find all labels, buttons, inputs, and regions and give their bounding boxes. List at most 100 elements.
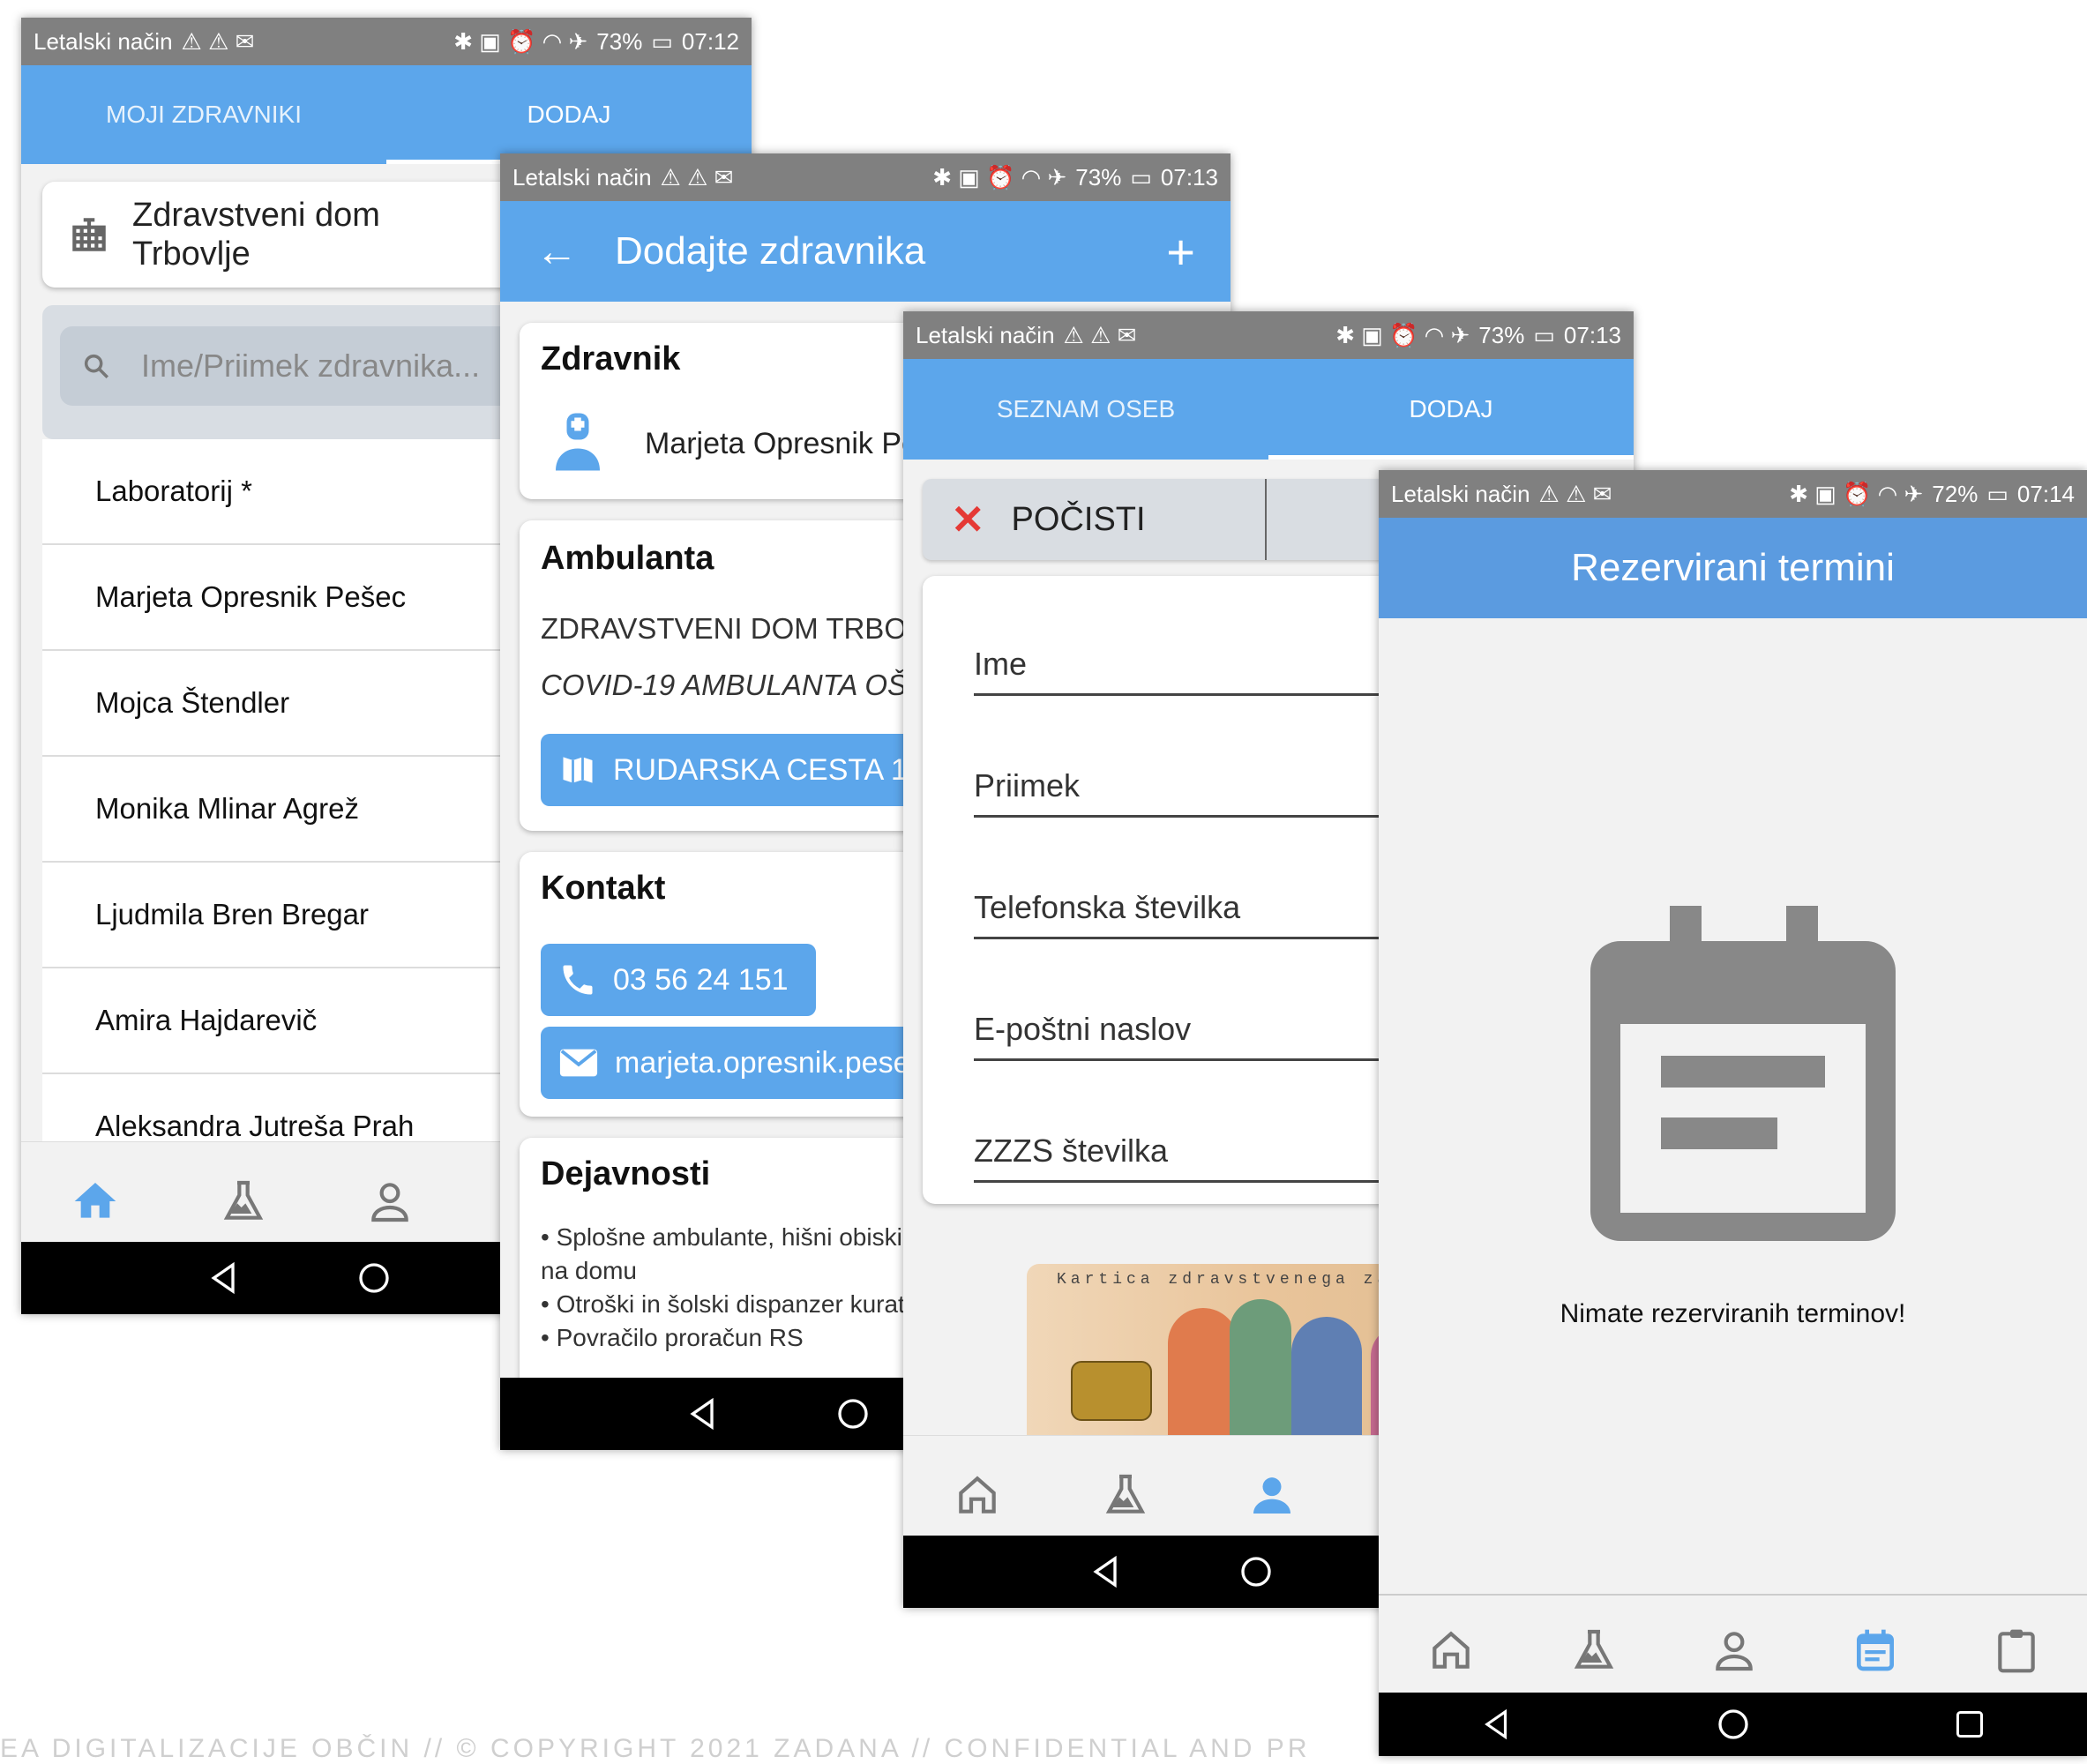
top-tabs: MOJI ZDRAVNIKI DODAJ xyxy=(21,65,752,164)
institution-name: Zdravstveni dom Trbovlje xyxy=(132,197,380,273)
contact-heading: Kontakt xyxy=(541,870,666,907)
battery-level: 73% xyxy=(1075,163,1122,191)
battery-icon: ▭ xyxy=(1533,321,1555,348)
tab-add[interactable]: DODAJ xyxy=(1268,359,1634,460)
activities-list: • Splošne ambulante, hišni obiski na dom… xyxy=(541,1221,937,1355)
status-bar: Letalski način ⚠ ⚠ ✉ ✱ ▣ ⏰ ◠ ✈ 73% ▭ 07:12 xyxy=(21,18,752,65)
list-item-label: Laboratorij * xyxy=(95,475,252,507)
mail-icon xyxy=(559,1049,598,1077)
status-icons: ✱ ▣ ⏰ ◠ ✈ xyxy=(1789,480,1924,507)
phone-icon xyxy=(563,965,593,995)
warning-icon: ⚠ ⚠ ✉ xyxy=(181,27,255,55)
home-icon[interactable] xyxy=(69,1177,122,1226)
doctor-heading: Zdravnik xyxy=(541,340,681,377)
home-circle-icon[interactable] xyxy=(1716,1707,1751,1742)
add-icon[interactable]: + xyxy=(1166,223,1195,280)
search-icon xyxy=(84,354,109,379)
home-circle-icon[interactable] xyxy=(835,1396,871,1431)
list-item-label: Marjeta Opresnik Pešec xyxy=(95,580,407,613)
clock: 07:13 xyxy=(1160,163,1218,191)
top-tabs: SEZNAM OSEB DODAJ xyxy=(903,359,1634,460)
lab-flask-icon[interactable] xyxy=(219,1175,268,1228)
zzzs-label: ZZZS številka xyxy=(974,1132,1169,1169)
building-icon xyxy=(72,218,106,251)
battery-level: 72% xyxy=(1932,480,1979,507)
phone-label: Telefonska številka xyxy=(974,889,1241,925)
person-icon[interactable] xyxy=(1709,1624,1759,1677)
last-name-label: Priimek xyxy=(974,767,1081,804)
back-icon[interactable] xyxy=(206,1260,242,1296)
clock: 07:14 xyxy=(2016,480,2075,507)
back-icon[interactable] xyxy=(1088,1554,1124,1589)
page-title: Rezervirani termini xyxy=(1571,546,1895,589)
warning-icon: ⚠ ⚠ ✉ xyxy=(660,163,734,191)
clock: 07:13 xyxy=(1563,321,1621,348)
status-bar: Letalski način ⚠ ⚠ ✉ ✱ ▣ ⏰ ◠ ✈ 73% ▭ 07:13 xyxy=(500,153,1231,201)
screen-reservations: Letalski način ⚠ ⚠ ✉ ✱ ▣ ⏰ ◠ ✈ 72% ▭ 07:14 R… xyxy=(1379,470,2087,1756)
page-title: Dodajte zdravnika xyxy=(615,229,926,273)
map-icon xyxy=(563,757,593,783)
lab-flask-icon[interactable] xyxy=(1101,1469,1150,1521)
mode-label: Letalski način xyxy=(512,163,652,191)
app-bar: Rezervirani termini xyxy=(1379,518,2087,618)
status-bar: Letalski način ⚠ ⚠ ✉ ✱ ▣ ⏰ ◠ ✈ 73% ▭ 07:13 xyxy=(903,311,1634,359)
empty-state-message: Nimate rezerviranih terminov! xyxy=(1560,1299,1906,1328)
warning-icon: ⚠ ⚠ ✉ xyxy=(1063,321,1137,348)
bottom-nav xyxy=(1379,1594,2087,1705)
activities-heading: Dejavnosti xyxy=(541,1155,711,1192)
phone-button[interactable]: 03 56 24 151 xyxy=(541,944,816,1016)
card-figure xyxy=(1168,1308,1238,1440)
home-circle-icon[interactable] xyxy=(1238,1554,1274,1589)
activity-item: • Splošne ambulante, hišni obiski na dom… xyxy=(541,1223,902,1284)
list-item-label: Amira Hajdarevič xyxy=(95,1004,318,1036)
card-figure xyxy=(1291,1317,1362,1440)
status-bar: Letalski način ⚠ ⚠ ✉ ✱ ▣ ⏰ ◠ ✈ 72% ▭ 07:14 xyxy=(1379,470,2087,518)
clear-label: POČISTI xyxy=(1011,500,1146,538)
warning-icon: ⚠ ⚠ ✉ xyxy=(1538,480,1612,507)
app-bar: ← Dodajte zdravnika + xyxy=(500,201,1231,302)
tab-my-doctors[interactable]: MOJI ZDRAVNIKI xyxy=(21,65,386,164)
clinic-heading: Ambulanta xyxy=(541,540,714,577)
clipboard-icon[interactable] xyxy=(1992,1624,2041,1677)
address-label: RUDARSKA CESTA 1 xyxy=(613,752,908,787)
card-figure xyxy=(1230,1299,1291,1440)
tab-person-list[interactable]: SEZNAM OSEB xyxy=(903,359,1268,460)
mode-label: Letalski način xyxy=(1391,480,1530,507)
battery-level: 73% xyxy=(596,27,643,55)
back-icon[interactable] xyxy=(685,1396,721,1431)
recents-icon[interactable] xyxy=(1954,1708,1986,1740)
close-icon: ✕ xyxy=(951,497,985,542)
home-circle-icon[interactable] xyxy=(356,1260,392,1296)
status-icons: ✱ ▣ ⏰ ◠ ✈ xyxy=(453,27,588,55)
calendar-nav-icon[interactable] xyxy=(1851,1624,1900,1677)
calendar-icon xyxy=(1590,906,1896,1241)
person-icon[interactable] xyxy=(1247,1469,1297,1521)
phone-label: 03 56 24 151 xyxy=(613,962,789,997)
doctor-icon xyxy=(556,413,600,471)
battery-icon: ▭ xyxy=(1130,163,1152,191)
activity-item: • Otroški in šolski dispanzer kurativa xyxy=(541,1290,937,1318)
first-name-label: Ime xyxy=(974,646,1028,682)
system-nav xyxy=(1379,1693,2087,1756)
lab-flask-icon[interactable] xyxy=(1569,1624,1619,1677)
list-item-label: Aleksandra Jutreša Prah xyxy=(95,1110,415,1142)
list-item-label: Ljudmila Bren Bregar xyxy=(95,898,369,931)
back-arrow-icon[interactable]: ← xyxy=(535,228,578,276)
tab-add[interactable]: DODAJ xyxy=(386,65,752,164)
activity-item: • Povračilo proračun RS xyxy=(541,1324,804,1351)
status-icons: ✱ ▣ ⏰ ◠ ✈ xyxy=(1335,321,1470,348)
person-icon[interactable] xyxy=(365,1175,415,1228)
list-item-label: Monika Mlinar Agrež xyxy=(95,792,359,825)
clear-button[interactable]: ✕ POČISTI xyxy=(923,479,1267,560)
mode-label: Letalski način xyxy=(34,27,173,55)
home-icon[interactable] xyxy=(951,1470,1004,1520)
clinic-subtitle: COVID-19 AMBULANTA OŠD xyxy=(541,669,928,701)
card-chip xyxy=(1071,1361,1152,1421)
battery-icon: ▭ xyxy=(1986,480,2008,507)
back-icon[interactable] xyxy=(1480,1708,1514,1741)
battery-icon: ▭ xyxy=(651,27,673,55)
battery-level: 73% xyxy=(1478,321,1525,348)
mode-label: Letalski način xyxy=(916,321,1055,348)
home-icon[interactable] xyxy=(1425,1626,1477,1675)
clock: 07:12 xyxy=(681,27,739,55)
